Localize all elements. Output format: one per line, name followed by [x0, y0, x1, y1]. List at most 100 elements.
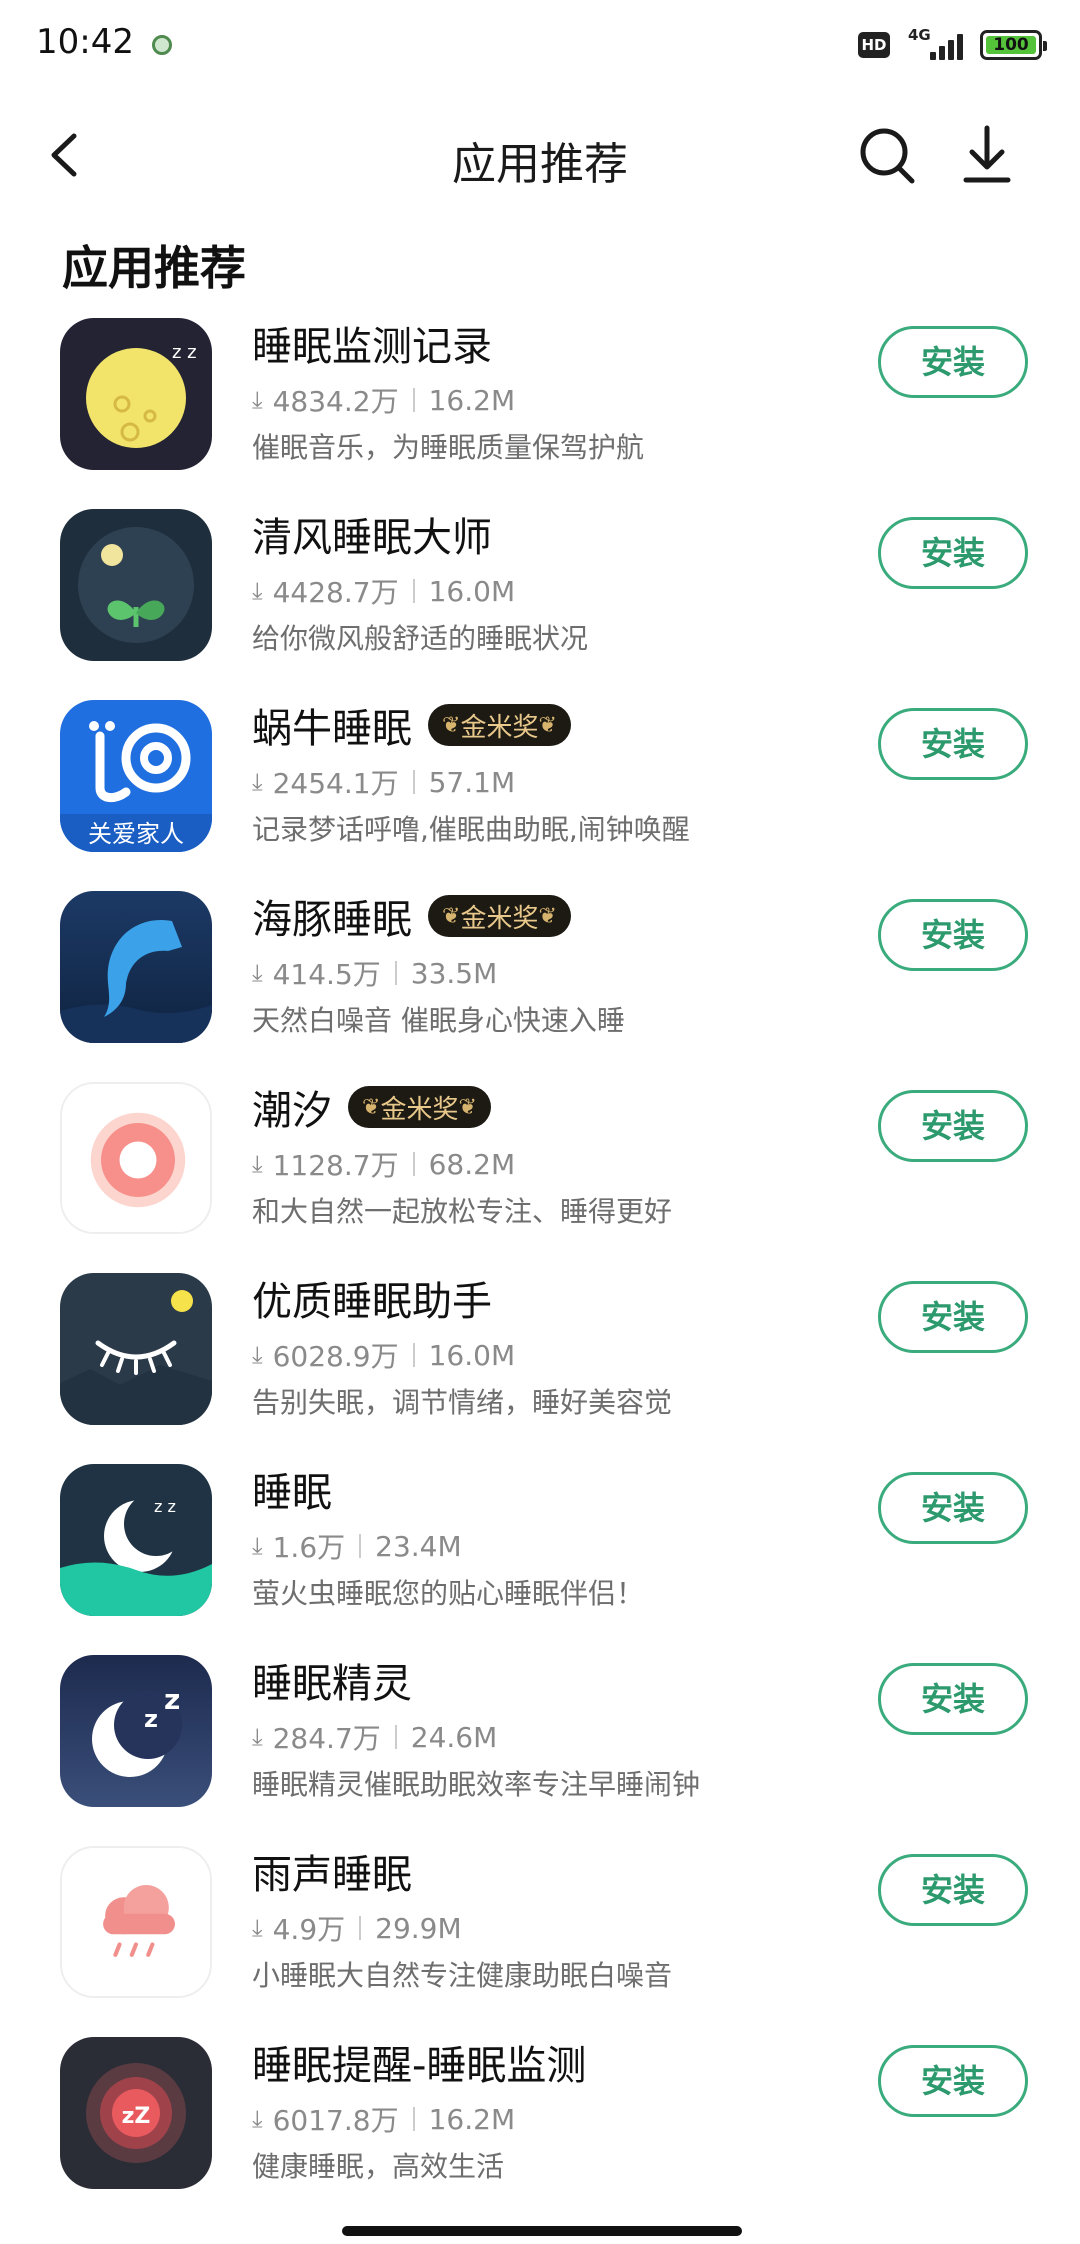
- snail-icon: 关爱家人: [60, 700, 212, 852]
- install-button[interactable]: 安装: [878, 1281, 1028, 1353]
- app-description: 催眠音乐，为睡眠质量保驾护航: [252, 431, 645, 464]
- app-description: 记录梦话呼噜,催眠曲助眠,闹钟唤醒: [252, 813, 690, 846]
- app-stats: ⤓ 4.9万 29.9M: [252, 1908, 462, 1948]
- install-button[interactable]: 安装: [878, 1854, 1028, 1926]
- sprout-moon-icon: [60, 509, 212, 661]
- closed-eye-icon: [60, 1273, 212, 1425]
- app-size: 68.2M: [428, 1147, 516, 1181]
- app-stats: ⤓ 4834.2万 16.2M: [252, 380, 515, 420]
- download-count: 4.9万: [272, 1913, 346, 1946]
- app-size: 24.6M: [410, 1720, 498, 1754]
- download-count: 284.7万: [272, 1722, 381, 1755]
- app-description: 天然白噪音 催眠身心快速入睡: [252, 1004, 625, 1037]
- notification-icon: [152, 35, 172, 55]
- app-list: z z 睡眠监测记录 ⤓ 4834.2万 16.2M 催眠音乐，为睡眠质量保驾护…: [0, 314, 1080, 2224]
- app-name: 蜗牛睡眠: [252, 706, 412, 752]
- svg-text:zZ: zZ: [122, 2104, 151, 2129]
- download-count-icon: ⤓: [252, 1723, 263, 1751]
- app-size: 16.2M: [428, 2102, 516, 2136]
- status-bar: 10:42 HD 4G 100: [0, 0, 1080, 92]
- status-time: 10:42: [36, 22, 134, 62]
- app-size: 16.0M: [428, 574, 516, 608]
- app-description: 告别失眠，调节情绪，睡好美容觉: [252, 1386, 673, 1419]
- download-count: 1128.7万: [272, 1149, 399, 1182]
- app-size: 16.2M: [428, 383, 516, 417]
- download-count: 6017.8万: [272, 2104, 399, 2137]
- nav-bar: 应用推荐: [0, 92, 1080, 224]
- list-item[interactable]: zZ 睡眠提醒-睡眠监测 ⤓ 6017.8万 16.2M 健康睡眠，高效生活 安…: [0, 2033, 1080, 2224]
- app-size: 16.0M: [428, 1338, 516, 1372]
- app-description: 和大自然一起放松专注、睡得更好: [252, 1195, 673, 1228]
- install-button[interactable]: 安装: [878, 517, 1028, 589]
- list-item[interactable]: 关爱家人 蜗牛睡眠 ❦ 金米奖 ❦ ⤓ 2454.1万 57.1M 记录梦话呼噜,催…: [0, 696, 1080, 887]
- list-item[interactable]: 海豚睡眠 ❦ 金米奖 ❦ ⤓ 414.5万 33.5M 天然白噪音 催眠身心快速入睡…: [0, 887, 1080, 1078]
- battery-icon: 100: [980, 30, 1047, 60]
- install-button[interactable]: 安装: [878, 1663, 1028, 1735]
- app-name: 睡眠提醒-睡眠监测: [252, 2043, 587, 2089]
- award-badge: ❦ 金米奖 ❦: [428, 704, 571, 746]
- laurel-icon: ❦: [458, 1094, 477, 1120]
- install-button[interactable]: 安装: [878, 899, 1028, 971]
- zzz-orb-icon: zZ: [60, 2037, 212, 2189]
- app-name: 睡眠精灵: [252, 1661, 412, 1707]
- list-item[interactable]: 潮汐 ❦ 金米奖 ❦ ⤓ 1128.7万 68.2M 和大自然一起放松专注、睡得更好…: [0, 1078, 1080, 1269]
- laurel-icon: ❦: [538, 712, 557, 738]
- download-count-icon: ⤓: [252, 768, 263, 796]
- download-count-icon: ⤓: [252, 1532, 263, 1560]
- signal-icon: [926, 30, 966, 60]
- laurel-icon: ❦: [538, 903, 557, 929]
- app-name: 睡眠: [252, 1470, 332, 1516]
- app-stats: ⤓ 6017.8万 16.2M: [252, 2099, 515, 2139]
- download-count-icon: ⤓: [252, 386, 263, 414]
- laurel-icon: ❦: [442, 903, 461, 929]
- search-button[interactable]: [856, 122, 918, 188]
- app-name: 优质睡眠助手: [252, 1279, 492, 1325]
- hd-badge: HD: [858, 32, 890, 58]
- tide-ring-icon: [60, 1082, 212, 1234]
- crescent-zz-icon: zz: [60, 1655, 212, 1807]
- app-description: 萤火虫睡眠您的贴心睡眠伴侣！: [252, 1577, 645, 1610]
- page-title: 应用推荐: [452, 139, 628, 190]
- download-count: 414.5万: [272, 958, 381, 991]
- download-count-icon: ⤓: [252, 2105, 263, 2133]
- search-icon: [860, 128, 915, 184]
- section-title: 应用推荐: [62, 241, 246, 295]
- svg-text:z: z: [164, 1683, 180, 1716]
- app-description: 小睡眠大自然专注健康助眠白噪音: [252, 1959, 673, 1992]
- icon-caption: 关爱家人: [88, 820, 184, 848]
- award-badge: ❦ 金米奖 ❦: [428, 895, 571, 937]
- list-item[interactable]: zz 睡眠精灵 ⤓ 284.7万 24.6M 睡眠精灵催眠助眠效率专注早睡闹钟 …: [0, 1651, 1080, 1842]
- app-description: 健康睡眠，高效生活: [252, 2150, 505, 2183]
- app-description: 睡眠精灵催眠助眠效率专注早睡闹钟: [252, 1768, 701, 1801]
- install-button[interactable]: 安装: [878, 2045, 1028, 2117]
- app-name: 雨声睡眠: [252, 1852, 412, 1898]
- download-button[interactable]: [956, 122, 1018, 188]
- install-button[interactable]: 安装: [878, 708, 1028, 780]
- moon-face-icon: z z: [60, 318, 212, 470]
- laurel-icon: ❦: [362, 1094, 381, 1120]
- list-item[interactable]: z z 睡眠 ⤓ 1.6万 23.4M 萤火虫睡眠您的贴心睡眠伴侣！ 安装: [0, 1460, 1080, 1651]
- list-item[interactable]: 清风睡眠大师 ⤓ 4428.7万 16.0M 给你微风般舒适的睡眠状况 安装: [0, 505, 1080, 696]
- app-name: 清风睡眠大师: [252, 515, 492, 561]
- list-item[interactable]: 优质睡眠助手 ⤓ 6028.9万 16.0M 告别失眠，调节情绪，睡好美容觉 安…: [0, 1269, 1080, 1460]
- app-name: 潮汐: [252, 1088, 332, 1134]
- app-size: 33.5M: [410, 956, 498, 990]
- install-button[interactable]: 安装: [878, 326, 1028, 398]
- download-count-icon: ⤓: [252, 1150, 263, 1178]
- app-stats: ⤓ 1.6万 23.4M: [252, 1526, 462, 1566]
- download-count: 6028.9万: [272, 1340, 399, 1373]
- laurel-icon: ❦: [442, 712, 461, 738]
- list-item[interactable]: 雨声睡眠 ⤓ 4.9万 29.9M 小睡眠大自然专注健康助眠白噪音 安装: [0, 1842, 1080, 2033]
- dolphin-icon: [60, 891, 212, 1043]
- download-count: 1.6万: [272, 1531, 346, 1564]
- home-indicator[interactable]: [342, 2226, 742, 2236]
- svg-text:z: z: [144, 1705, 158, 1733]
- app-name: 海豚睡眠: [252, 897, 412, 943]
- rain-cloud-icon: [60, 1846, 212, 1998]
- list-item[interactable]: z z 睡眠监测记录 ⤓ 4834.2万 16.2M 催眠音乐，为睡眠质量保驾护…: [0, 314, 1080, 505]
- download-count-icon: ⤓: [252, 959, 263, 987]
- download-count: 4834.2万: [272, 385, 399, 418]
- install-button[interactable]: 安装: [878, 1090, 1028, 1162]
- install-button[interactable]: 安装: [878, 1472, 1028, 1544]
- app-description: 给你微风般舒适的睡眠状况: [252, 622, 589, 655]
